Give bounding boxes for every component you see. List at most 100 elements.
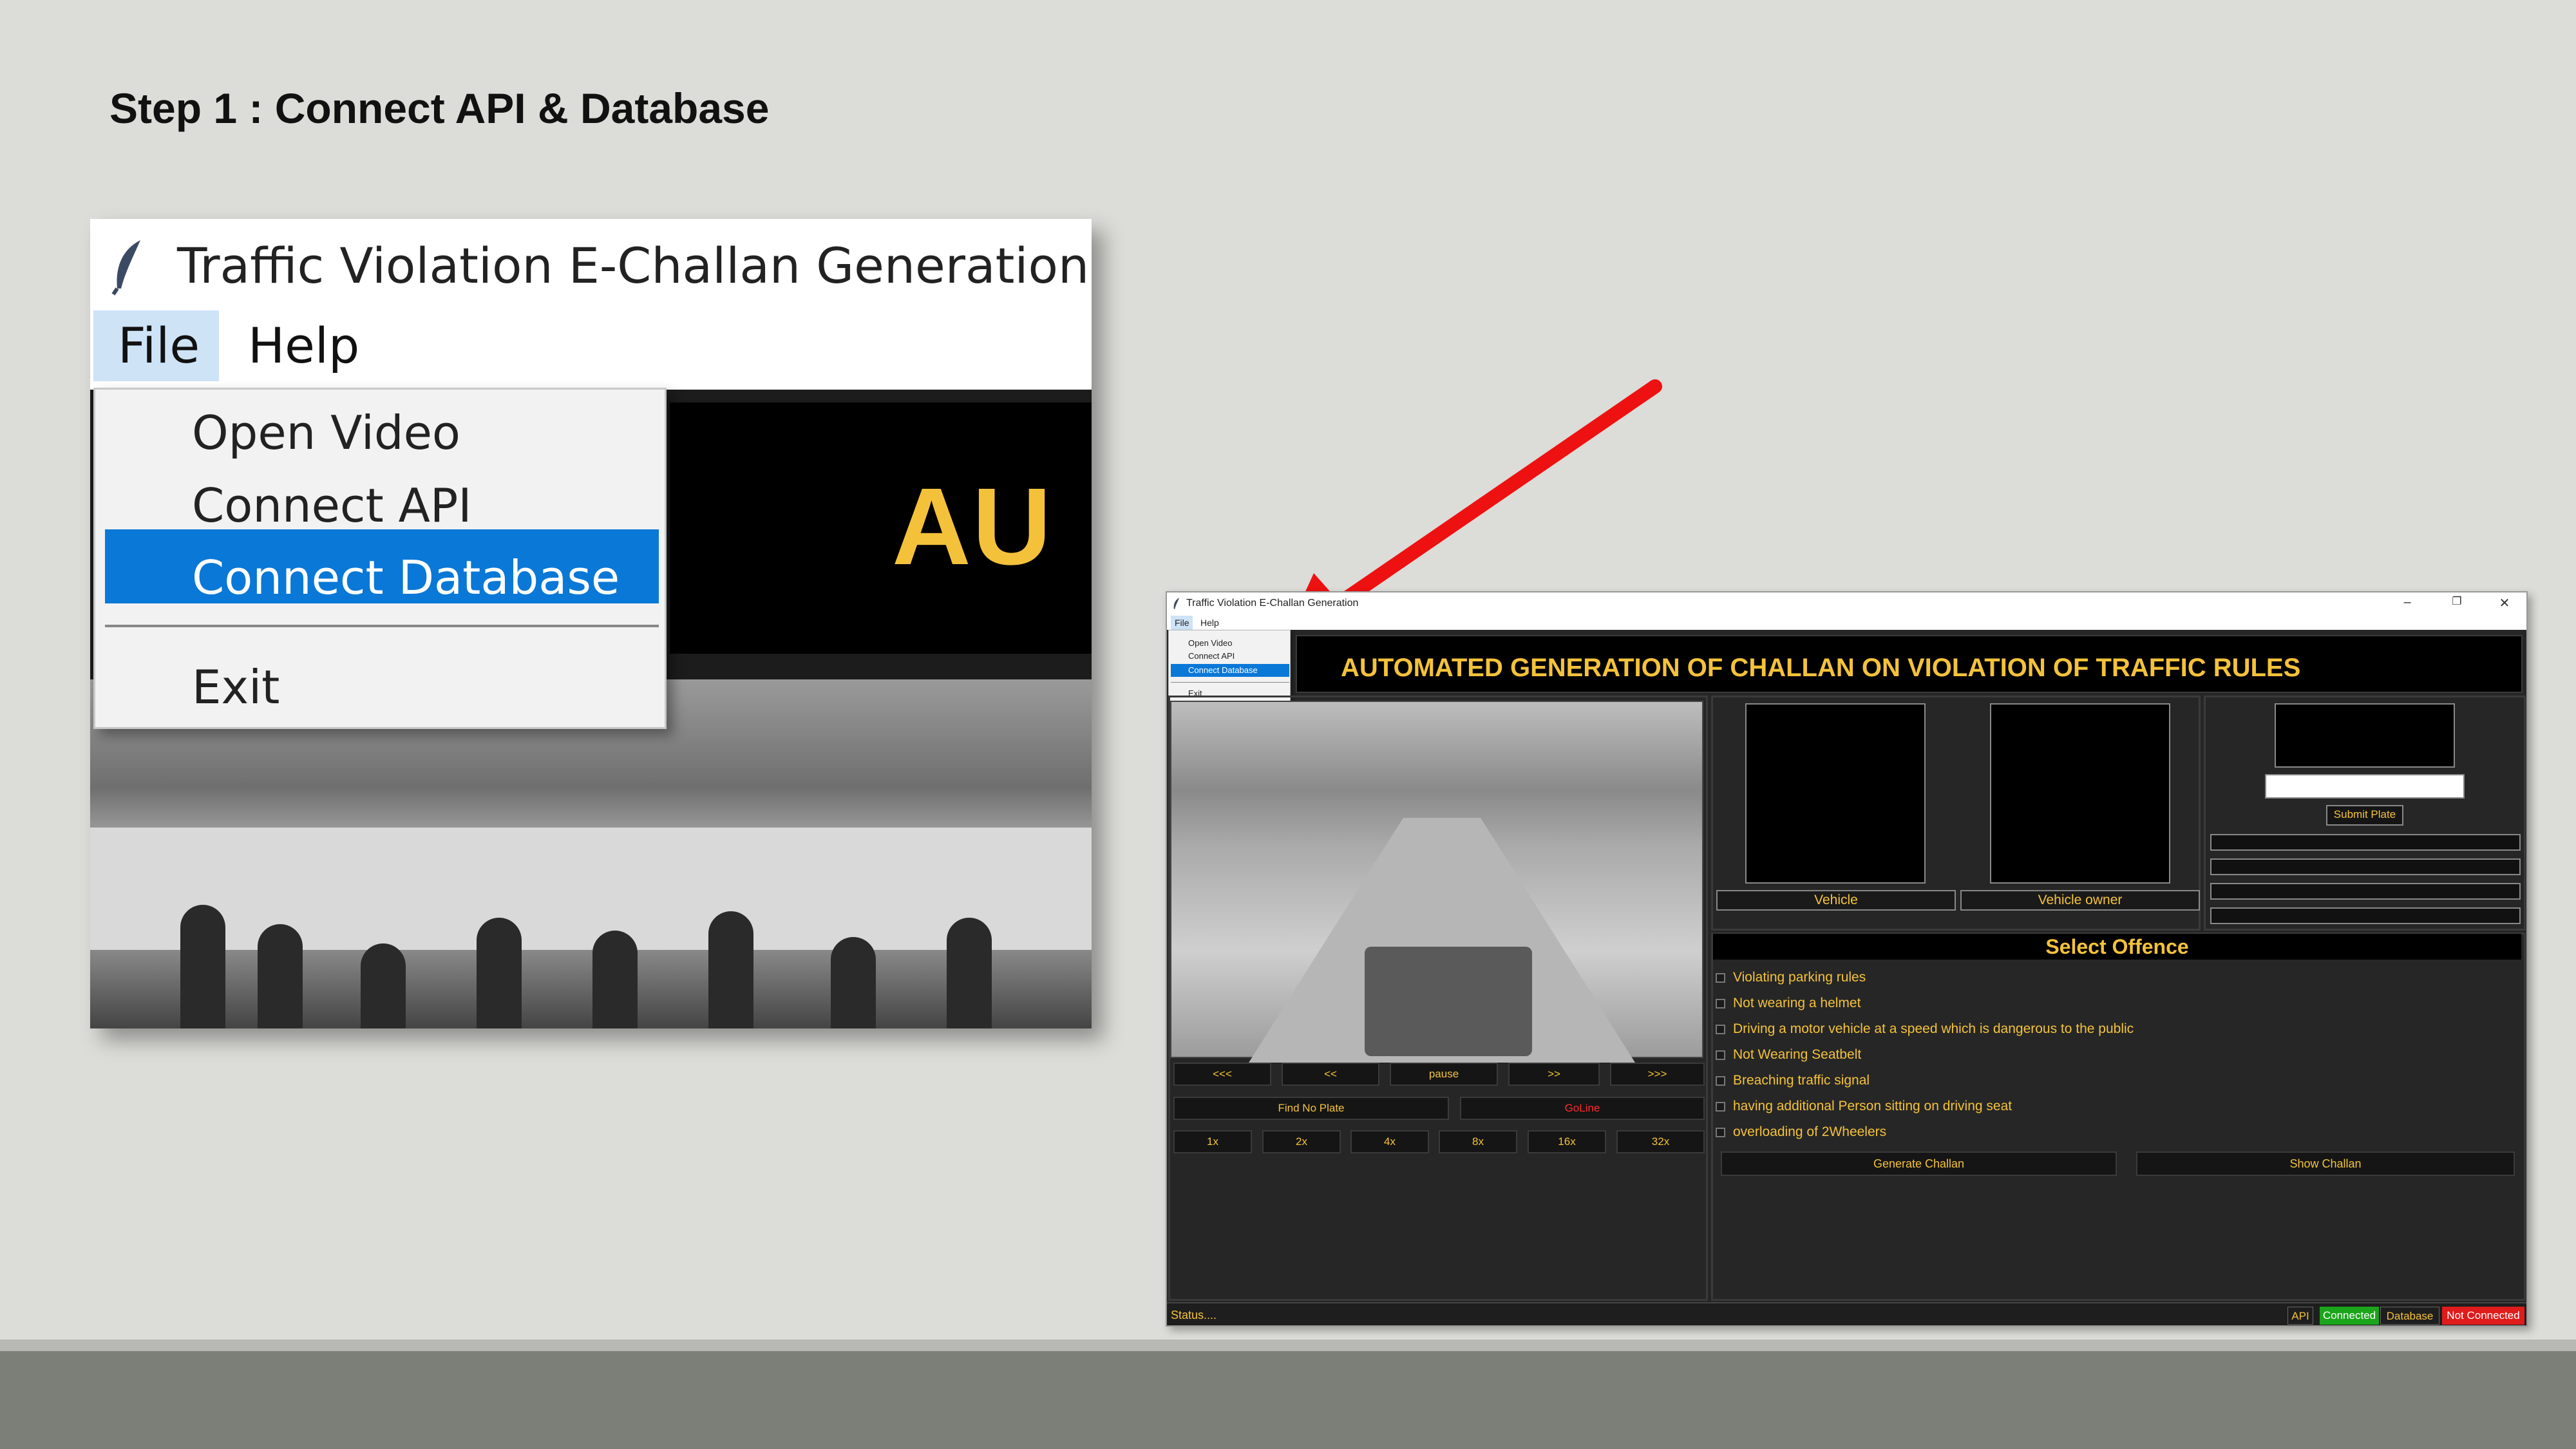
video-display — [1170, 701, 1703, 1063]
vehicle-owner-image — [1990, 703, 2170, 884]
plate-info-field — [2210, 834, 2521, 851]
speed-8x-button[interactable]: 8x — [1439, 1130, 1517, 1153]
forward-button[interactable]: >> — [1508, 1063, 1600, 1086]
speed-controls: 1x 2x 4x 8x 16x 32x — [1173, 1130, 1705, 1156]
plate-number-input[interactable] — [2265, 774, 2465, 799]
zoom-shrub — [477, 918, 522, 1028]
submit-plate-button[interactable]: Submit Plate — [2326, 805, 2403, 826]
offence-label: Not Wearing Seatbelt — [1733, 1047, 1862, 1062]
checkbox[interactable] — [1716, 1075, 1725, 1086]
plate-info-field — [2210, 883, 2521, 900]
zoom-titlebar: Traffic Violation E-Challan Generation — [90, 219, 1092, 309]
offence-option[interactable]: Breaching traffic signal — [1716, 1073, 1870, 1088]
app-window: Traffic Violation E-Challan Generation –… — [1166, 591, 2528, 1327]
offence-option[interactable]: Driving a motor vehicle at a speed which… — [1716, 1021, 2134, 1037]
offence-panel — [1711, 933, 2526, 1301]
offence-label: overloading of 2Wheelers — [1733, 1124, 1887, 1139]
zoom-menu-item-exit[interactable]: Exit — [192, 660, 279, 714]
speed-1x-button[interactable]: 1x — [1173, 1130, 1252, 1153]
zoomed-menu-snapshot: Traffic Violation E-Challan Generation F… — [90, 219, 1092, 1028]
plate-info-field — [2210, 907, 2521, 924]
status-text: Status.... — [1171, 1309, 1217, 1321]
zoom-shrub — [592, 931, 638, 1028]
vehicle-label: Vehicle — [1716, 890, 1956, 911]
offence-option[interactable]: overloading of 2Wheelers — [1716, 1124, 1886, 1140]
offence-label: having additional Person sitting on driv… — [1733, 1099, 2012, 1113]
offence-option[interactable]: Not Wearing Seatbelt — [1716, 1047, 1861, 1063]
offence-label: Driving a motor vehicle at a speed which… — [1733, 1021, 2134, 1036]
database-status-badge: Not Connected — [2442, 1307, 2524, 1325]
offence-label: Violating parking rules — [1733, 970, 1866, 985]
status-bar: Status.... API Connected Database Not Co… — [1167, 1302, 2526, 1325]
plate-image — [2275, 703, 2455, 768]
feather-icon — [111, 240, 140, 296]
zoom-shrub — [258, 924, 303, 1028]
app-menu-item-connect-api[interactable]: Connect API — [1188, 651, 1235, 661]
checkbox[interactable] — [1716, 972, 1725, 983]
zoom-shrub — [361, 943, 406, 1028]
zoom-shrub — [831, 937, 876, 1028]
checkbox[interactable] — [1716, 1024, 1725, 1034]
zoom-banner-fragment: AU — [892, 466, 1053, 588]
app-menu-help[interactable]: Help — [1200, 618, 1219, 628]
slide-title: Step 1 : Connect API & Database — [109, 84, 770, 132]
speed-4x-button[interactable]: 4x — [1350, 1130, 1429, 1153]
api-status-badge: Connected — [2320, 1307, 2379, 1325]
app-menu-item-connect-database[interactable]: Connect Database — [1188, 665, 1258, 675]
footer-band — [0, 1340, 2576, 1449]
zoom-menu-item-open-video[interactable]: Open Video — [192, 406, 460, 460]
zoom-file-dropdown: Open Video Connect API Connect Database … — [93, 388, 667, 729]
app-menu-item-open-video[interactable]: Open Video — [1188, 638, 1232, 648]
forward-fast-button[interactable]: >>> — [1610, 1063, 1705, 1086]
database-label: Database — [2380, 1307, 2439, 1325]
app-header-title: AUTOMATED GENERATION OF CHALLAN ON VIOLA… — [1341, 654, 2301, 682]
goline-button[interactable]: GoLine — [1460, 1097, 1705, 1120]
app-titlebar: Traffic Violation E-Challan Generation –… — [1167, 592, 2526, 616]
feather-icon — [1173, 598, 1180, 609]
zoom-video-frame — [90, 679, 1092, 1028]
zoom-menu-file[interactable]: File — [93, 310, 219, 381]
minimize-icon[interactable]: – — [2394, 595, 2420, 610]
plate-info-field — [2210, 858, 2521, 875]
zoom-window-title: Traffic Violation E-Challan Generation — [177, 237, 1090, 294]
video-vehicle-hood — [1365, 947, 1532, 1056]
zoom-shrub — [947, 918, 992, 1028]
rewind-fast-button[interactable]: <<< — [1173, 1063, 1271, 1086]
zoom-menu-help[interactable]: Help — [248, 317, 359, 374]
zoom-wall — [90, 828, 1092, 950]
offence-option[interactable]: Not wearing a helmet — [1716, 996, 1861, 1011]
app-menu-file[interactable]: File — [1171, 616, 1193, 630]
find-no-plate-button[interactable]: Find No Plate — [1173, 1097, 1449, 1120]
speed-2x-button[interactable]: 2x — [1262, 1130, 1341, 1153]
checkbox[interactable] — [1716, 1101, 1725, 1112]
app-window-title: Traffic Violation E-Challan Generation — [1186, 598, 1359, 609]
select-offence-header: Select Offence — [1713, 934, 2521, 960]
speed-32x-button[interactable]: 32x — [1616, 1130, 1705, 1153]
zoom-shrub — [180, 905, 225, 1028]
vehicle-image — [1745, 703, 1926, 884]
offence-label: Breaching traffic signal — [1733, 1073, 1870, 1088]
pause-button[interactable]: pause — [1390, 1063, 1498, 1086]
generate-challan-button[interactable]: Generate Challan — [1721, 1151, 2117, 1176]
plate-controls: Find No Plate GoLine — [1173, 1097, 1705, 1122]
speed-16x-button[interactable]: 16x — [1528, 1130, 1606, 1153]
app-dropdown-separator — [1171, 682, 1289, 683]
vehicle-owner-label: Vehicle owner — [1960, 890, 2200, 911]
offence-option[interactable]: Violating parking rules — [1716, 970, 1866, 985]
offence-option[interactable]: having additional Person sitting on driv… — [1716, 1099, 2012, 1114]
checkbox[interactable] — [1716, 998, 1725, 1009]
show-challan-button[interactable]: Show Challan — [2136, 1151, 2515, 1176]
zoom-shrub — [708, 911, 753, 1028]
app-menubar: File Help — [1167, 616, 2526, 630]
restore-icon[interactable]: ❐ — [2444, 595, 2470, 608]
zoom-dropdown-separator — [105, 625, 659, 627]
rewind-button[interactable]: << — [1282, 1063, 1379, 1086]
close-icon[interactable]: ✕ — [2492, 595, 2517, 611]
checkbox[interactable] — [1716, 1050, 1725, 1060]
zoom-menu-item-connect-api[interactable]: Connect API — [192, 478, 472, 533]
api-label: API — [2287, 1307, 2313, 1325]
checkbox[interactable] — [1716, 1127, 1725, 1137]
zoom-menubar — [90, 309, 1092, 386]
offence-label: Not wearing a helmet — [1733, 996, 1861, 1010]
zoom-menu-item-connect-database[interactable]: Connect Database — [192, 551, 620, 605]
